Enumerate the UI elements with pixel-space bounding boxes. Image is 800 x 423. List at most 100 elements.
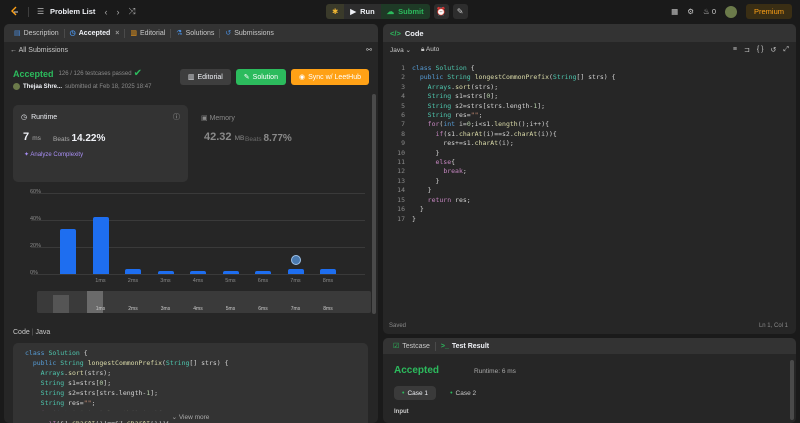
x-tick-label: 1ms xyxy=(95,278,106,284)
submissions-nav: ← All Submissions ⚯ xyxy=(4,42,378,58)
gear-icon[interactable]: ⚙ xyxy=(687,7,694,16)
memory-unit: MB xyxy=(234,135,245,142)
sparkle-icon: ✦ xyxy=(24,152,30,158)
reset-icon[interactable]: ↺ xyxy=(771,46,777,54)
tab-label: Test Result xyxy=(451,342,490,350)
notes-button[interactable]: ✎ xyxy=(452,4,468,19)
braces-icon[interactable]: { } xyxy=(757,46,764,54)
chart-bar[interactable] xyxy=(157,270,174,274)
status-accepted: Accepted xyxy=(13,68,54,79)
alarm-button[interactable]: ⏰ xyxy=(433,4,449,19)
leetcode-logo-icon[interactable] xyxy=(10,6,20,17)
runtime-unit: ms xyxy=(32,135,41,142)
format-icon[interactable]: ≡ xyxy=(733,46,737,54)
shuffle-icon[interactable]: ⤨ xyxy=(128,6,135,17)
tab-testcase[interactable]: ☑ Testcase xyxy=(388,342,435,351)
tab-accepted[interactable]: ◷ Accepted × xyxy=(65,29,125,38)
user-avatar[interactable] xyxy=(13,83,20,90)
chart-bar[interactable] xyxy=(92,217,109,274)
tab-description[interactable]: ▤ Description xyxy=(9,29,64,38)
chart-bar[interactable] xyxy=(60,229,76,274)
book-icon: ▥ xyxy=(130,30,137,37)
next-problem-icon[interactable]: › xyxy=(116,7,119,17)
runtime-title: ◷ Runtime xyxy=(21,113,57,122)
submitted-code-block[interactable]: class Solution { public String longestCo… xyxy=(13,343,368,423)
result-scrollbar[interactable] xyxy=(790,360,794,420)
layout-icon[interactable]: ▦ xyxy=(671,7,678,16)
tab-editorial[interactable]: ▥ Editorial xyxy=(125,29,170,38)
terminal-icon: >_ xyxy=(440,342,449,350)
avatar[interactable] xyxy=(724,5,737,18)
code-editor[interactable]: class Solution { public String longestCo… xyxy=(412,64,616,224)
memory-chip-icon: ▣ xyxy=(201,115,208,122)
cloud-upload-icon: ☁ xyxy=(386,7,395,16)
tab-label: Accepted xyxy=(78,29,111,37)
scrubber-label: 1ms xyxy=(95,306,106,312)
memory-card[interactable]: ▣ Memory 42.32 MB Beats 8.77% xyxy=(201,105,371,182)
clock-icon: ◷ xyxy=(69,30,76,37)
run-button[interactable]: ▶ Run xyxy=(344,4,381,19)
case-1-tab[interactable]: • Case 1 xyxy=(394,386,437,400)
bookmark-icon[interactable]: ⊐ xyxy=(744,46,750,54)
status-dot-icon: • xyxy=(402,389,405,397)
streak-counter[interactable]: ♨ 0 xyxy=(703,7,716,16)
back-label: All Submissions xyxy=(18,46,68,54)
clock-icon: ◷ xyxy=(21,114,28,121)
view-more-button[interactable]: ⌄ View more xyxy=(13,405,368,421)
list-icon[interactable]: ☰ xyxy=(37,7,45,16)
tab-solutions[interactable]: ⚗ Solutions xyxy=(171,29,219,38)
memory-label: Memory xyxy=(209,115,235,122)
run-label: Run xyxy=(360,7,375,16)
editorial-button[interactable]: ▥ Editorial xyxy=(179,69,231,85)
scrubber-label: 8ms xyxy=(323,306,333,312)
language-select[interactable]: Java ⌄ xyxy=(390,46,411,54)
scrubber-label: 7ms xyxy=(290,306,301,312)
checkmark-icon: ✔ xyxy=(133,68,142,79)
auto-toggle[interactable]: 🔒︎ Auto xyxy=(421,46,439,54)
code-lang: Java xyxy=(35,329,51,336)
tab-submissions[interactable]: ↺ Submissions xyxy=(220,29,279,38)
github-icon: ◉ xyxy=(298,74,306,81)
solution-button[interactable]: ✎ Solution xyxy=(235,69,286,85)
close-icon[interactable]: × xyxy=(115,30,119,37)
problem-list-link[interactable]: Problem List xyxy=(50,7,95,16)
chart-bar[interactable] xyxy=(125,269,141,274)
left-scrollbar[interactable] xyxy=(372,94,376,314)
chart-bar[interactable] xyxy=(320,269,336,274)
runtime-beats: Beats 14.22% xyxy=(53,133,105,144)
memory-beats: Beats 8.77% xyxy=(245,133,292,144)
test-result-panel: ☑ Testcase >_ Test Result Accepted Runtime… xyxy=(383,338,796,423)
divider xyxy=(28,6,29,17)
chart-bar[interactable] xyxy=(287,269,304,274)
x-tick-label: 5ms xyxy=(225,278,236,284)
tab-label: Submissions xyxy=(234,29,274,37)
action-buttons: ▥ Editorial ✎ Solution ◉ Sync w/ LeetHub xyxy=(179,69,369,85)
case-2-tab[interactable]: • Case 2 xyxy=(442,386,484,400)
all-submissions-link[interactable]: ← All Submissions xyxy=(10,47,68,54)
debug-button[interactable]: ✱ xyxy=(326,4,345,19)
submit-button[interactable]: ☁ Submit xyxy=(380,4,430,19)
runtime-beats-value: 14.22% xyxy=(71,133,106,144)
chart-range-scrubber[interactable]: 1ms 2ms 3ms 4ms 5ms 6ms 7ms 8ms xyxy=(37,291,371,313)
prev-problem-icon[interactable]: ‹ xyxy=(104,7,107,17)
chart-bar[interactable] xyxy=(222,270,239,274)
share-link-icon[interactable]: ⚯ xyxy=(366,46,372,54)
runtime-card[interactable]: ◷ Runtime ⓘ 7 ms Beats 14.22% ✦ Analyze C… xyxy=(13,105,188,182)
expand-icon[interactable]: ⤢ xyxy=(783,46,789,54)
tab-test-result[interactable]: >_ Test Result xyxy=(436,343,494,350)
tab-label: Editorial xyxy=(139,29,166,37)
scrubber-bar xyxy=(53,295,69,313)
chart-bar[interactable] xyxy=(190,270,206,274)
username[interactable]: Thejaa Shre... xyxy=(23,84,62,90)
memory-beats-value: 8.77% xyxy=(263,133,292,144)
run-toolbar: ✱ ▶ Run ☁ Submit ⏰ ✎ xyxy=(326,4,468,19)
premium-button[interactable]: Premium xyxy=(745,4,792,19)
runtime-distribution-chart[interactable]: 60% 40% 20% 0% 1ms 2ms 3ms 4ms 5ms 6ms 7ms 8ms 1ms 2m… xyxy=(13,186,373,316)
user-toolbar: ▦ ⚙ ♨ 0 Premium xyxy=(671,4,792,19)
analyze-complexity-link[interactable]: ✦ Analyze Complexity xyxy=(24,151,83,158)
info-icon[interactable]: ⓘ xyxy=(173,112,180,122)
chart-bar[interactable] xyxy=(255,270,271,274)
code-editor-panel: </> Code Java ⌄ 🔒︎ Auto ≡ ⊐ { } ↺ ⤢ 12345… xyxy=(383,24,796,334)
play-icon: ▶ xyxy=(350,7,357,16)
sync-leethub-button[interactable]: ◉ Sync w/ LeetHub xyxy=(290,69,369,85)
